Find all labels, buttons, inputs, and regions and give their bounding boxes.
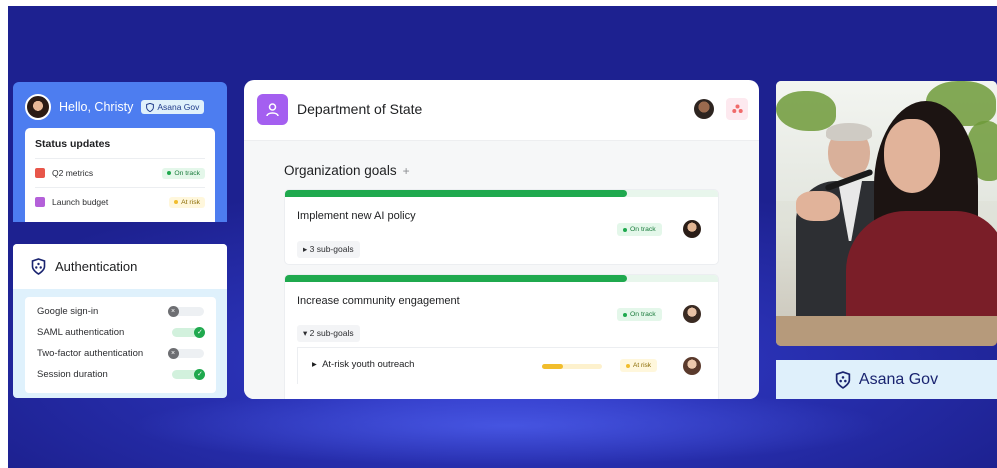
google-sign-in-toggle[interactable]: ×: [168, 306, 204, 317]
setting-two-factor-authentication: Two-factor authentication ×: [37, 343, 204, 364]
shield-icon: [835, 370, 851, 389]
owner-avatar[interactable]: [683, 220, 701, 238]
document-icon: [35, 197, 45, 207]
subgoals-toggle[interactable]: ▸ 3 sub-goals: [297, 241, 360, 258]
greeting-text: Hello, Christy: [59, 100, 134, 114]
subgoal-status-chip: At risk: [620, 359, 658, 372]
goals-window: Department of State Organization goals + …: [244, 80, 759, 399]
photo-person-hair: [826, 123, 872, 141]
asana-gov-text: Asana Gov: [858, 370, 939, 388]
asana-gov-badge: Asana Gov: [141, 100, 205, 114]
status-chip: On track: [162, 167, 205, 179]
hello-card: Hello, Christy Asana Gov Status updates …: [13, 82, 227, 222]
owner-avatar[interactable]: [683, 305, 701, 323]
status-updates-panel: Status updates Q2 metrics On track Launc…: [25, 128, 215, 222]
person-icon: [257, 94, 288, 125]
setting-label: Two-factor authentication: [37, 348, 144, 359]
setting-label: Session duration: [37, 369, 108, 380]
goal-card[interactable]: Increase community engagement On track ▾…: [284, 274, 719, 399]
setting-label: Google sign-in: [37, 306, 99, 317]
status-row-q2-metrics[interactable]: Q2 metrics On track: [35, 158, 205, 187]
goal-status-chip: On track: [617, 308, 662, 321]
add-goal-button[interactable]: +: [403, 164, 410, 178]
subgoals-toggle[interactable]: ▾ 2 sub-goals: [297, 325, 360, 342]
goal-progress-fill: [285, 275, 628, 282]
badge-label: Asana Gov: [157, 102, 200, 112]
status-chip: At risk: [169, 196, 205, 208]
goal-card[interactable]: Implement new AI policy On track ▸ 3 sub…: [284, 189, 719, 265]
status-item-label: Q2 metrics: [52, 168, 94, 178]
meeting-photo: [776, 81, 997, 346]
shield-icon: [31, 258, 46, 275]
setting-saml-authentication: SAML authentication ✓: [37, 322, 205, 343]
hero-stage: Hello, Christy Asana Gov Status updates …: [8, 6, 997, 468]
photo-speaker-face: [884, 119, 940, 193]
subgoal-progress-fill: [542, 364, 563, 369]
goal-progress-bar: [285, 275, 718, 282]
subgoal-progress-bar: [542, 364, 602, 369]
goal-progress-fill: [285, 190, 628, 197]
user-avatar[interactable]: [25, 94, 51, 120]
photo-speaker-hand: [796, 191, 840, 221]
photo-table: [776, 316, 997, 346]
calendar-icon: [35, 168, 45, 178]
status-updates-title: Status updates: [35, 138, 111, 150]
setting-label: SAML authentication: [37, 327, 125, 338]
session-duration-toggle[interactable]: ✓: [172, 369, 205, 380]
window-header: Department of State: [244, 80, 759, 141]
status-row-launch-budget[interactable]: Launch budget At risk: [35, 187, 205, 216]
two-factor-toggle[interactable]: ×: [168, 348, 204, 359]
goal-progress-bar: [285, 190, 718, 197]
asana-gov-label: Asana Gov: [776, 360, 997, 399]
member-avatar[interactable]: [694, 99, 714, 119]
owner-avatar[interactable]: [683, 357, 701, 375]
goal-name: Increase community engagement: [297, 295, 460, 307]
saml-authentication-toggle[interactable]: ✓: [172, 327, 205, 338]
authentication-card: Authentication Google sign-in × SAML aut…: [13, 244, 227, 398]
section-title: Organization goals +: [284, 163, 410, 178]
subgoal-row[interactable]: ▸ At-risk youth outreach At risk: [297, 347, 718, 384]
goal-name: Implement new AI policy: [297, 210, 416, 222]
setting-session-duration: Session duration ✓: [37, 364, 205, 385]
status-item-label: Launch budget: [52, 197, 109, 207]
authentication-settings-list: Google sign-in × SAML authentication ✓ T…: [25, 297, 216, 393]
page-title: Department of State: [297, 101, 423, 117]
goal-status-chip: On track: [617, 223, 662, 236]
subgoal-name: ▸ At-risk youth outreach: [312, 359, 415, 370]
hello-header: Hello, Christy Asana Gov: [25, 94, 205, 120]
setting-google-sign-in: Google sign-in ×: [37, 301, 204, 322]
asana-logo-icon[interactable]: [726, 98, 748, 120]
authentication-title: Authentication: [55, 259, 138, 274]
shield-icon: [146, 102, 155, 112]
authentication-header: Authentication: [13, 244, 227, 289]
